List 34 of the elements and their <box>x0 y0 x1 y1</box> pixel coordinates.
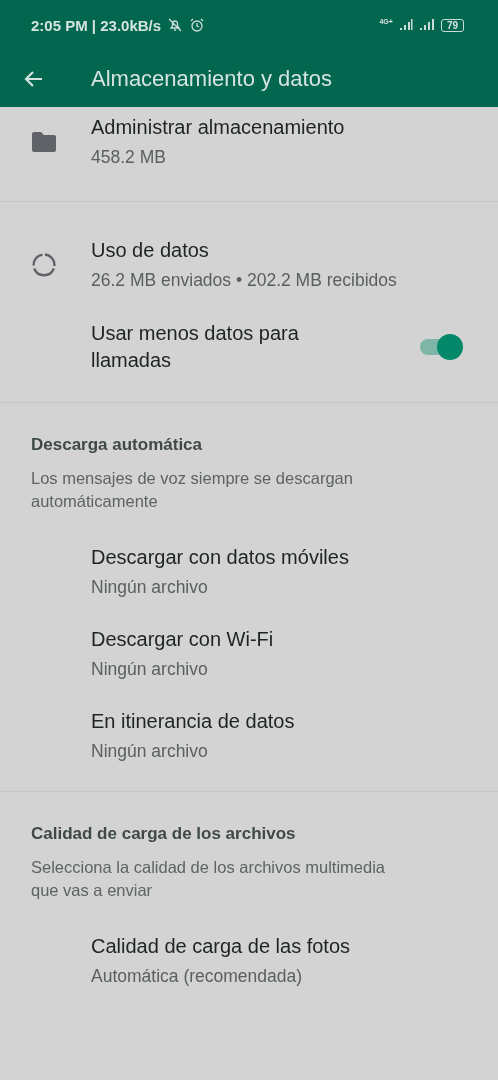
section-description: Los mensajes de voz siempre se descargan automáticamente <box>30 468 354 512</box>
item-subtitle: 26.2 MB enviados • 202.2 MB recibidos <box>91 269 398 292</box>
settings-item[interactable]: Calidad de carga de las fotos Automática (recomendada) <box>0 920 498 1002</box>
item-title: Administrar almacenamiento <box>91 115 346 140</box>
signal-icon <box>398 19 413 31</box>
data-usage-icon <box>31 252 57 278</box>
section-header: Calidad de carga de los archivos <box>30 824 297 844</box>
item-subtitle: Ningún archivo <box>91 740 209 763</box>
bell-off-icon <box>167 17 184 33</box>
item-subtitle: Automática (recomendada) <box>91 965 304 988</box>
item-title: Calidad de carga de las fotos <box>91 934 352 959</box>
settings-item[interactable]: Usar menos datos para llamadas <box>0 306 498 388</box>
section-header: Descarga automática <box>30 435 204 455</box>
section-description: Selecciona la calidad de los archivos multimedia que vas a enviar <box>30 857 387 901</box>
folder-icon <box>31 131 57 153</box>
toggle-switch[interactable] <box>418 333 464 361</box>
settings-item[interactable]: Uso de datos 26.2 MB enviados • 202.2 MB recibidos <box>0 224 498 306</box>
item-subtitle: 458.2 MB <box>91 146 167 169</box>
settings-item[interactable]: En itinerancia de datos Ningún archivo <box>0 695 498 777</box>
item-title: Uso de datos <box>91 238 210 263</box>
item-title: Usar menos datos para llamadas <box>91 321 300 373</box>
item-title: En itinerancia de datos <box>91 709 296 734</box>
screen-title: Almacenamiento y datos <box>91 65 332 92</box>
battery-indicator: 79 <box>440 18 464 32</box>
settings-item[interactable]: Descargar con Wi-Fi Ningún archivo <box>0 613 498 695</box>
settings-item[interactable]: Administrar almacenamiento 458.2 MB <box>0 107 498 183</box>
settings-item[interactable]: Descargar con datos móviles Ningún archivo <box>0 531 498 613</box>
signal-icon <box>418 19 435 31</box>
alarm-icon <box>189 17 206 33</box>
item-title: Descargar con datos móviles <box>91 545 350 570</box>
item-subtitle: Ningún archivo <box>91 658 209 681</box>
status-time: 2:05 PM | 23.0kB/s <box>31 16 162 34</box>
item-subtitle: Ningún archivo <box>91 576 209 599</box>
item-title: Descargar con Wi-Fi <box>91 627 275 652</box>
